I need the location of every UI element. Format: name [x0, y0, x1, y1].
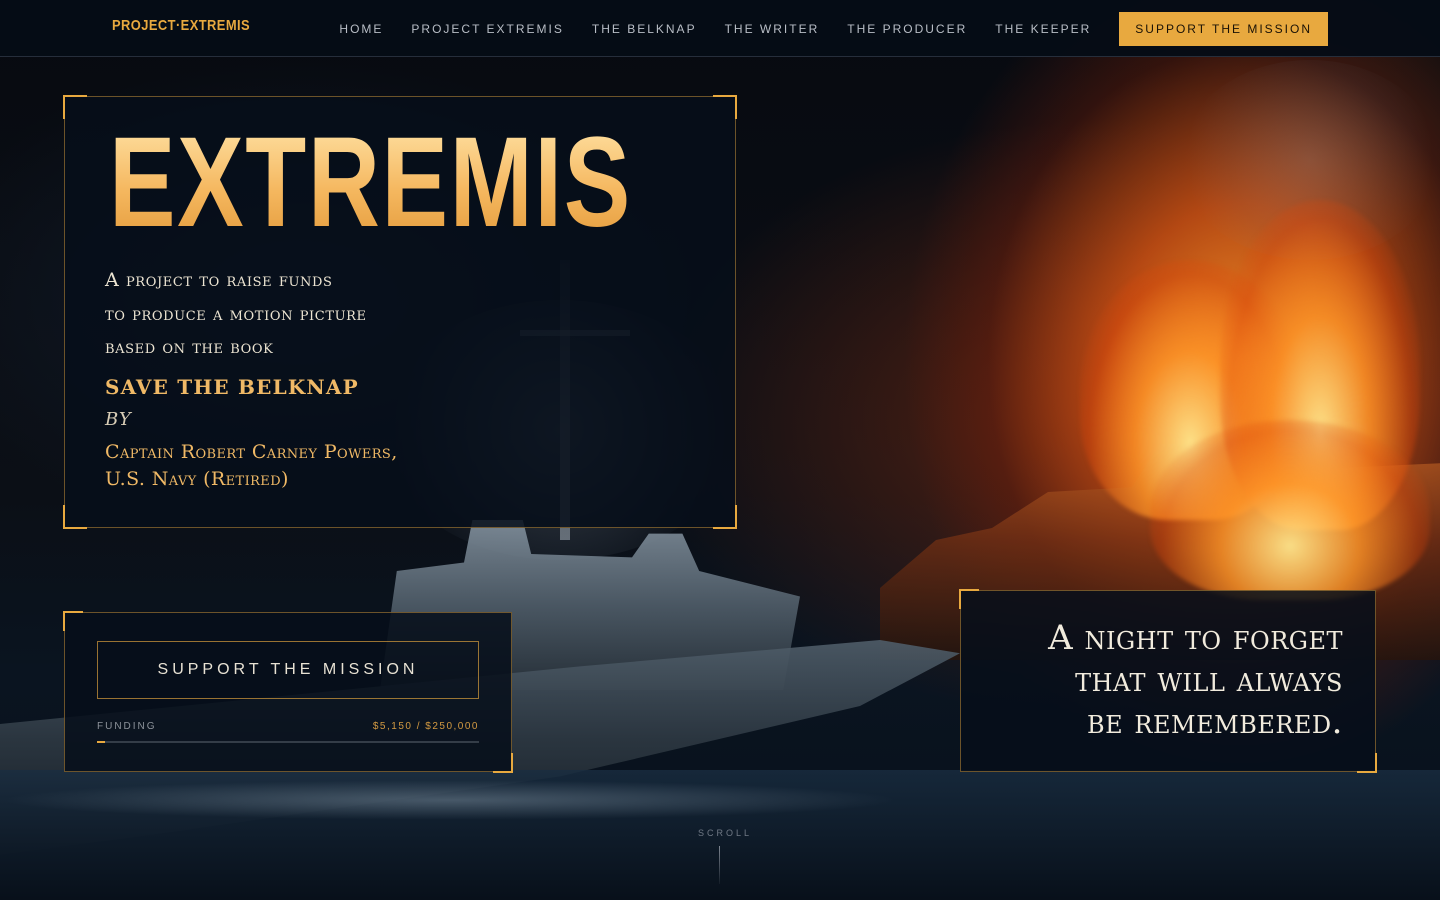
sea-foam — [0, 780, 900, 820]
support-mission-button[interactable]: SUPPORT THE MISSION — [97, 641, 479, 699]
scroll-indicator-line — [719, 846, 720, 884]
author-name: Captain Robert Carney Powers, — [105, 441, 398, 463]
nav-item-home[interactable]: HOME — [339, 22, 383, 36]
nav-item-the-writer[interactable]: THE WRITER — [725, 22, 820, 36]
corner-ornament — [713, 95, 737, 119]
corner-ornament — [713, 505, 737, 529]
brand-logo[interactable]: PROJECT·EXTREMIS — [112, 17, 250, 34]
corner-ornament — [1357, 753, 1377, 773]
corner-ornament — [63, 611, 83, 631]
tagline: A night to forget that will always be re… — [983, 617, 1343, 743]
hero-title: EXTREMIS — [109, 111, 632, 254]
nav-item-the-keeper[interactable]: THE KEEPER — [995, 22, 1091, 36]
hero-panel: EXTREMIS A project to raise funds to pro… — [63, 95, 737, 529]
funding-value: $5,150 / $250,000 — [372, 721, 479, 732]
corner-ornament — [493, 753, 513, 773]
tagline-line: A night to forget — [1048, 618, 1343, 658]
tagline-line: be remembered. — [1086, 702, 1343, 742]
by-label: BY — [105, 409, 132, 430]
nav-item-the-producer[interactable]: THE PRODUCER — [847, 22, 967, 36]
top-navigation: PROJECT·EXTREMIS HOME PROJECT EXTREMIS T… — [0, 0, 1440, 57]
funding-progress-bar — [97, 741, 479, 743]
corner-ornament — [63, 95, 87, 119]
main-nav: HOME PROJECT EXTREMIS THE BELKNAP THE WR… — [311, 0, 1440, 57]
nav-item-the-belknap[interactable]: THE BELKNAP — [592, 22, 697, 36]
hero-description-line: A project to raise funds — [105, 269, 333, 291]
nav-item-project-extremis[interactable]: PROJECT EXTREMIS — [411, 22, 563, 36]
scroll-indicator-label: SCROLL — [698, 828, 753, 838]
tagline-panel: A night to forget that will always be re… — [959, 589, 1377, 773]
funding-progress-fill — [97, 741, 105, 743]
corner-ornament — [959, 589, 979, 609]
funding-label: FUNDING — [97, 721, 157, 732]
book-title: SAVE THE BELKNAP — [105, 375, 359, 399]
nav-support-button[interactable]: SUPPORT THE MISSION — [1119, 11, 1328, 46]
support-panel: SUPPORT THE MISSION FUNDING $5,150 / $25… — [63, 611, 513, 773]
fire — [1150, 420, 1430, 600]
hero-description-line: based on the book — [105, 336, 274, 358]
hero-description-line: to produce a motion picture — [105, 303, 367, 325]
corner-ornament — [63, 505, 87, 529]
tagline-line: that will always — [1075, 660, 1343, 700]
author-rank: U.S. Navy (Retired) — [105, 468, 289, 490]
